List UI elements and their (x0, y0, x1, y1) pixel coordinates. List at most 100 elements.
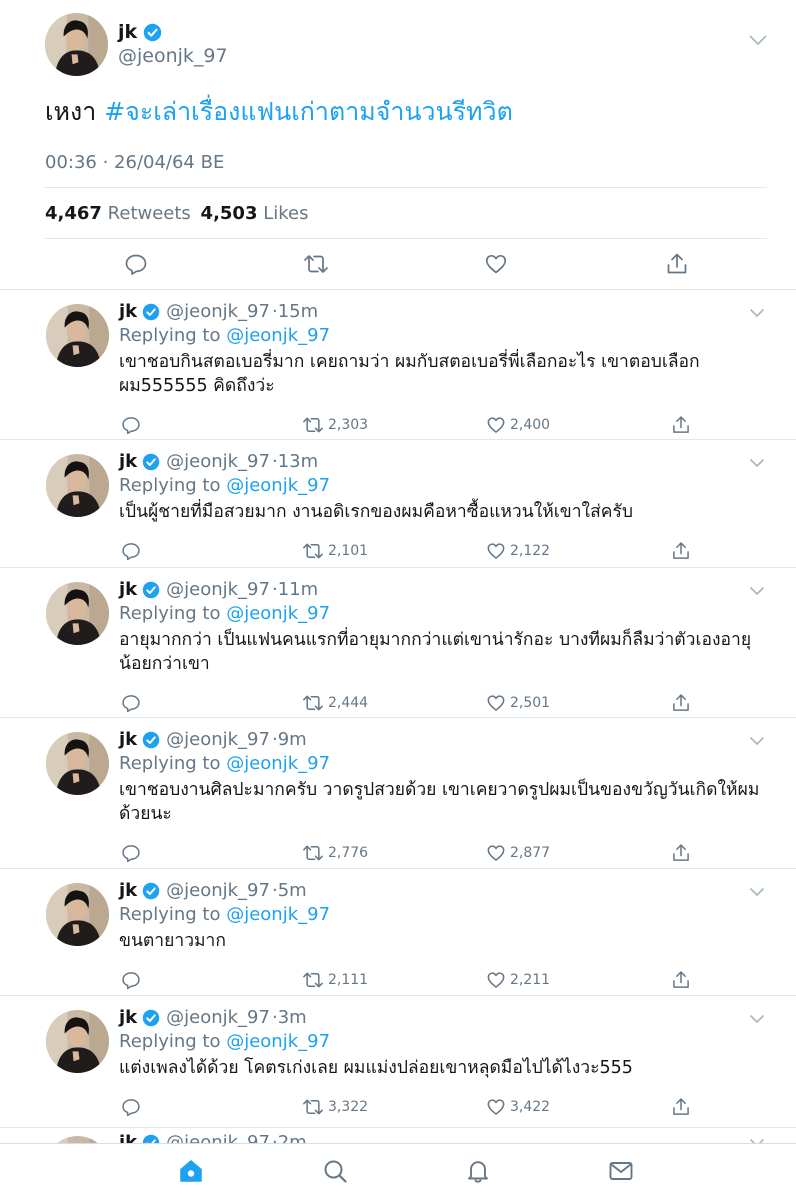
author-handle[interactable]: @jeonjk_97 (166, 579, 270, 600)
tweet-timestamp[interactable]: 00:36 · 26/04/64 BE (45, 152, 224, 173)
replying-to-link[interactable]: @jeonjk_97 (226, 904, 330, 925)
like-icon[interactable] (486, 970, 506, 990)
replying-to-link[interactable]: @jeonjk_97 (226, 603, 330, 624)
author-handle[interactable]: @jeonjk_97 (166, 729, 270, 750)
author-handle[interactable]: @jeonjk_97 (166, 880, 270, 901)
like-button[interactable]: 2,877 (486, 843, 550, 863)
list-item[interactable]: jk @jeonjk_97 · 5m Replying to @jeonjk_9… (0, 869, 796, 996)
home-icon[interactable] (178, 1158, 204, 1184)
like-button[interactable]: 3,422 (486, 1097, 550, 1117)
like-icon[interactable] (486, 415, 506, 435)
retweet-icon[interactable] (302, 693, 324, 713)
list-item[interactable]: jk @jeonjk_97 · 9m Replying to @jeonjk_9… (0, 718, 796, 869)
chevron-down-icon[interactable] (749, 458, 765, 468)
retweet-button[interactable]: 2,303 (302, 415, 368, 435)
reply-time[interactable]: 15m (278, 301, 318, 322)
reply-time[interactable]: 13m (278, 451, 318, 472)
reply-time[interactable]: 9m (278, 729, 307, 750)
replying-to-link[interactable]: @jeonjk_97 (226, 753, 330, 774)
like-button[interactable]: 2,501 (486, 693, 550, 713)
reply-icon[interactable] (121, 843, 141, 863)
reply-icon[interactable] (121, 541, 141, 561)
retweet-icon[interactable] (302, 415, 324, 435)
share-icon[interactable] (671, 843, 691, 863)
chevron-down-icon[interactable] (749, 887, 765, 897)
author-handle[interactable]: @jeonjk_97 (118, 45, 228, 67)
chevron-down-icon[interactable] (749, 586, 765, 596)
replying-to-label: Replying to (119, 904, 221, 925)
chevron-down-icon[interactable] (749, 1014, 765, 1024)
reply-icon[interactable] (121, 970, 141, 990)
replying-to-link[interactable]: @jeonjk_97 (226, 325, 330, 346)
share-icon[interactable] (671, 693, 691, 713)
list-item[interactable]: jk @jeonjk_97 · 13m Replying to @jeonjk_… (0, 440, 796, 568)
likes-count[interactable]: 4,503 (201, 203, 258, 224)
replying-to-link[interactable]: @jeonjk_97 (226, 475, 330, 496)
notifications-icon[interactable] (465, 1158, 491, 1184)
retweet-icon[interactable] (302, 541, 324, 561)
search-icon[interactable] (322, 1158, 348, 1184)
avatar[interactable] (46, 454, 109, 517)
retweet-icon[interactable] (302, 843, 324, 863)
share-icon[interactable] (671, 970, 691, 990)
reply-time[interactable]: 11m (278, 579, 318, 600)
retweet-button[interactable]: 2,444 (302, 693, 368, 713)
retweets-count[interactable]: 4,467 (45, 203, 102, 224)
avatar[interactable] (46, 582, 109, 645)
chevron-down-icon[interactable] (748, 34, 768, 46)
like-icon[interactable] (486, 693, 506, 713)
avatar[interactable] (46, 732, 109, 795)
author-name-row[interactable]: jk (118, 21, 162, 43)
avatar[interactable] (45, 13, 108, 76)
retweet-count: 2,444 (328, 695, 369, 711)
author-handle[interactable]: @jeonjk_97 (166, 1007, 270, 1028)
author-handle[interactable]: @jeonjk_97 (166, 301, 270, 322)
list-item[interactable]: jk @jeonjk_97 · 11m Replying to @jeonjk_… (0, 568, 796, 718)
hashtag-link[interactable]: #จะเล่าเรื่องแฟนเก่าตามจำนวนรีทวิต (104, 97, 513, 126)
likes-label[interactable]: Likes (263, 203, 308, 224)
author-name[interactable]: jk (119, 880, 137, 901)
chevron-down-icon[interactable] (749, 308, 765, 318)
retweet-icon[interactable] (302, 1097, 324, 1117)
reply-icon[interactable] (124, 252, 148, 276)
retweet-button[interactable]: 2,111 (302, 970, 368, 990)
reply-icon[interactable] (121, 693, 141, 713)
retweets-label[interactable]: Retweets (108, 203, 191, 224)
messages-icon[interactable] (608, 1158, 634, 1184)
reply-time[interactable]: 5m (278, 880, 307, 901)
list-item[interactable]: jk @jeonjk_97 · 15m Replying to @jeonjk_… (0, 290, 796, 440)
retweet-button[interactable]: 3,322 (302, 1097, 368, 1117)
replying-to-link[interactable]: @jeonjk_97 (226, 1031, 330, 1052)
retweet-icon[interactable] (302, 970, 324, 990)
like-icon[interactable] (484, 252, 508, 276)
like-icon[interactable] (486, 1097, 506, 1117)
share-icon[interactable] (671, 541, 691, 561)
like-icon[interactable] (486, 541, 506, 561)
author-name[interactable]: jk (119, 1007, 137, 1028)
retweet-button[interactable]: 2,776 (302, 843, 368, 863)
like-button[interactable]: 2,122 (486, 541, 550, 561)
list-item[interactable]: jk @jeonjk_97 · 3m Replying to @jeonjk_9… (0, 996, 796, 1128)
author-name[interactable]: jk (118, 21, 137, 43)
author-name[interactable]: jk (119, 301, 137, 322)
author-name[interactable]: jk (119, 451, 137, 472)
chevron-down-icon[interactable] (749, 736, 765, 746)
retweet-button[interactable]: 2,101 (302, 541, 368, 561)
reply-time[interactable]: 3m (278, 1007, 307, 1028)
like-button[interactable]: 2,400 (486, 415, 550, 435)
author-handle[interactable]: @jeonjk_97 (166, 451, 270, 472)
author-name[interactable]: jk (119, 579, 137, 600)
avatar[interactable] (46, 304, 109, 367)
retweet-icon[interactable] (303, 252, 329, 276)
share-icon[interactable] (665, 252, 689, 276)
avatar[interactable] (46, 883, 109, 946)
avatar[interactable] (46, 1010, 109, 1073)
author-name[interactable]: jk (119, 729, 137, 750)
share-icon[interactable] (671, 415, 691, 435)
like-icon[interactable] (486, 843, 506, 863)
share-icon[interactable] (671, 1097, 691, 1117)
reply-icon[interactable] (121, 415, 141, 435)
like-button[interactable]: 2,211 (486, 970, 550, 990)
replying-to: Replying to @jeonjk_97 (119, 325, 330, 346)
reply-icon[interactable] (121, 1097, 141, 1117)
